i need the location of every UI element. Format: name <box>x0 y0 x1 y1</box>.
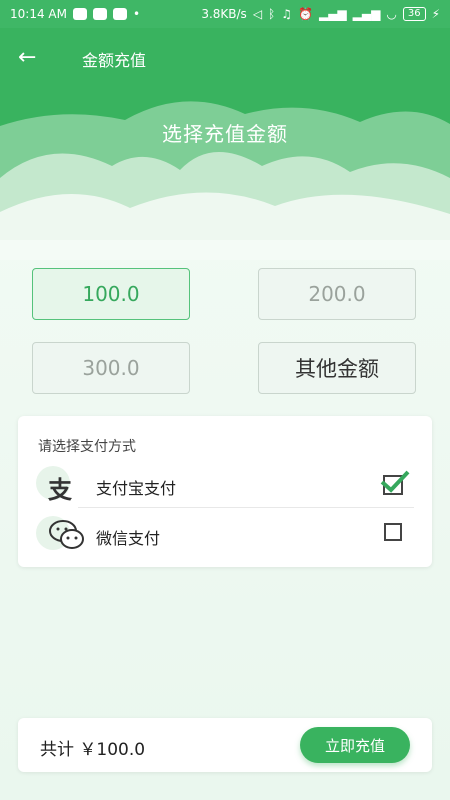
recharge-now-button[interactable]: 立即充值 <box>300 727 410 763</box>
charging-icon: ⚡ <box>431 7 440 21</box>
amount-option-300[interactable]: 300.0 <box>32 342 190 394</box>
payment-option-label: 支付宝支付 <box>96 479 177 498</box>
status-time: 10:14 AM <box>10 7 67 21</box>
status-left: 10:14 AM • <box>10 7 140 21</box>
battery-icon: 36 <box>402 7 426 21</box>
amount-option-100[interactable]: 100.0 <box>32 268 190 320</box>
wechat-icon <box>49 520 84 549</box>
signal-icon: ▂▄▆ <box>352 7 381 21</box>
checkbox-unchecked[interactable] <box>384 523 402 541</box>
payment-method-header: 请选择支付方式 <box>38 439 136 455</box>
payment-option-alipay[interactable]: 支 支付宝支付 <box>18 460 432 510</box>
amount-option-200[interactable]: 200.0 <box>258 268 416 320</box>
footer-bar: 共计 ￥100.0 立即充值 <box>18 718 432 772</box>
notification-dot: • <box>132 7 141 21</box>
notification-app-icon <box>92 8 107 20</box>
payment-option-wechat[interactable]: 微信支付 <box>18 510 432 560</box>
status-bar: 10:14 AM • 3.8KB/s ◁ ᛒ ♫ ⏰ ▂▄▆ ▂▄▆ ◡ 36 … <box>0 0 450 28</box>
wifi-icon: ◡ <box>386 7 397 21</box>
status-right: 3.8KB/s ◁ ᛒ ♫ ⏰ ▂▄▆ ▂▄▆ ◡ 36 ⚡ <box>201 7 440 21</box>
payment-method-card: 请选择支付方式 支 支付宝支付 微信支付 <box>18 416 432 567</box>
payment-option-label: 微信支付 <box>96 529 161 548</box>
notification-app-icon <box>72 8 87 20</box>
network-speed: 3.8KB/s <box>201 7 247 21</box>
alarm-icon: ⏰ <box>298 7 313 21</box>
location-icon: ◁ <box>252 7 263 21</box>
page-title: 金额充值 <box>82 51 147 70</box>
amount-option-other[interactable]: 其他金额 <box>258 342 416 394</box>
signal-icon: ▂▄▆ <box>318 7 347 21</box>
bluetooth-icon: ᛒ <box>268 7 276 21</box>
arrow-left-icon: ← <box>18 45 37 70</box>
alipay-icon: 支 <box>48 476 72 504</box>
total-amount: 共计 ￥100.0 <box>40 740 146 760</box>
back-button[interactable]: ← <box>18 44 50 72</box>
mute-icon: ♫ <box>281 7 293 21</box>
checkbox-checked-icon[interactable] <box>380 468 410 496</box>
divider <box>78 507 414 508</box>
section-title: 选择充值金额 <box>162 122 288 146</box>
notification-app-icon <box>112 8 127 20</box>
